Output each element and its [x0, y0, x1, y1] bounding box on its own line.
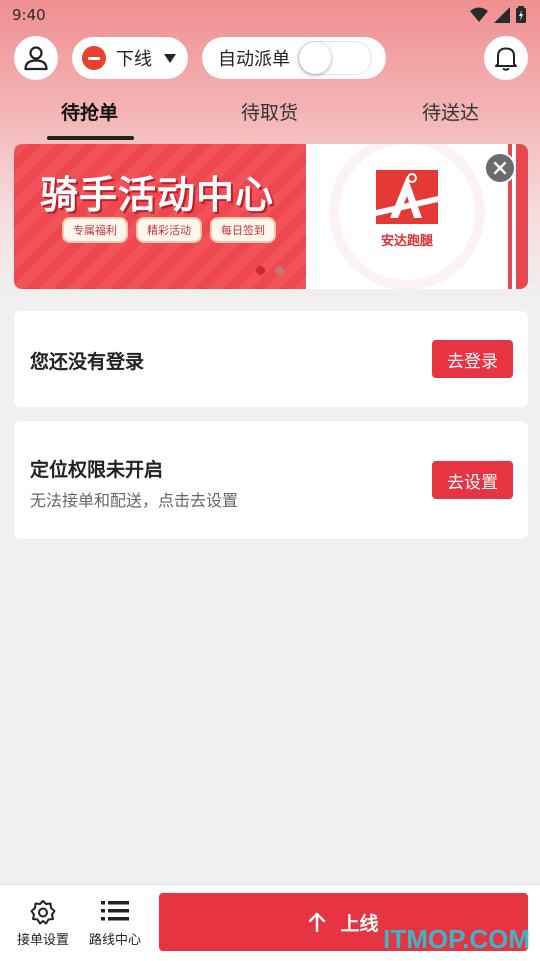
location-card-title: 定位权限未开启	[30, 459, 164, 481]
watermark: ITMOP.COM	[383, 924, 530, 954]
signal-icon	[494, 6, 510, 23]
login-card-title: 您还没有登录	[30, 351, 145, 373]
banner-pagination	[256, 266, 284, 275]
banner-title: 骑手活动中心	[40, 173, 275, 217]
location-card-subtitle: 无法接单和配送，点击去设置	[30, 491, 239, 510]
brand-name: 安达跑腿	[380, 234, 433, 249]
location-settings-button[interactable]: 去设置	[432, 461, 513, 499]
login-card: 您还没有登录 去登录	[14, 311, 528, 407]
order-settings-label: 接单设置	[16, 933, 69, 948]
profile-button[interactable]	[14, 36, 58, 80]
notifications-button[interactable]	[484, 36, 528, 80]
status-icons	[470, 6, 526, 23]
route-center-label: 路线中心	[88, 933, 141, 948]
banner-tag: 专属福利	[62, 217, 128, 243]
active-tab-indicator	[47, 136, 134, 140]
online-status-label: 下线	[116, 49, 152, 70]
user-icon	[24, 46, 48, 71]
runner-logo-icon	[376, 170, 438, 224]
route-center-button[interactable]: 路线中心	[79, 885, 151, 955]
close-icon	[493, 161, 507, 175]
order-settings-button[interactable]: 接单设置	[7, 885, 79, 955]
banner-tag: 精彩活动	[136, 217, 202, 243]
order-tabs: 待抢单 待取货 待送达	[0, 98, 540, 142]
status-bar: 9:40	[0, 0, 540, 30]
caret-down-icon	[164, 53, 176, 63]
tab-pending-grab[interactable]: 待抢单	[61, 98, 118, 125]
gear-icon	[30, 900, 56, 925]
online-status-dropdown[interactable]: 下线	[72, 37, 188, 79]
arrow-up-icon	[309, 912, 326, 932]
tab-pending-pickup[interactable]: 待取货	[241, 98, 298, 125]
wifi-icon	[470, 7, 488, 22]
promo-banner[interactable]: 骑手活动中心 专属福利 精彩活动 每日签到 安达跑腿	[14, 144, 528, 289]
auto-dispatch-control: 自动派单	[202, 37, 386, 79]
banner-tags: 专属福利 精彩活动 每日签到	[62, 217, 276, 243]
brand-logo: 安达跑腿	[339, 144, 475, 280]
offline-status-icon	[82, 46, 106, 70]
status-time: 9:40	[12, 6, 46, 24]
pagination-dot-active	[256, 266, 265, 275]
login-button[interactable]: 去登录	[432, 340, 513, 378]
location-permission-card: 定位权限未开启 无法接单和配送，点击去设置 去设置	[14, 421, 528, 539]
auto-dispatch-toggle[interactable]	[298, 41, 372, 75]
toggle-knob	[299, 42, 331, 74]
pagination-dot	[275, 266, 284, 275]
auto-dispatch-label: 自动派单	[218, 49, 290, 70]
close-banner-button[interactable]	[484, 152, 516, 184]
battery-icon	[516, 6, 526, 23]
banner-tag: 每日签到	[210, 217, 276, 243]
tab-pending-delivery[interactable]: 待送达	[422, 98, 479, 125]
go-online-label: 上线	[340, 912, 379, 935]
bell-icon	[495, 47, 517, 71]
list-icon	[101, 901, 129, 921]
